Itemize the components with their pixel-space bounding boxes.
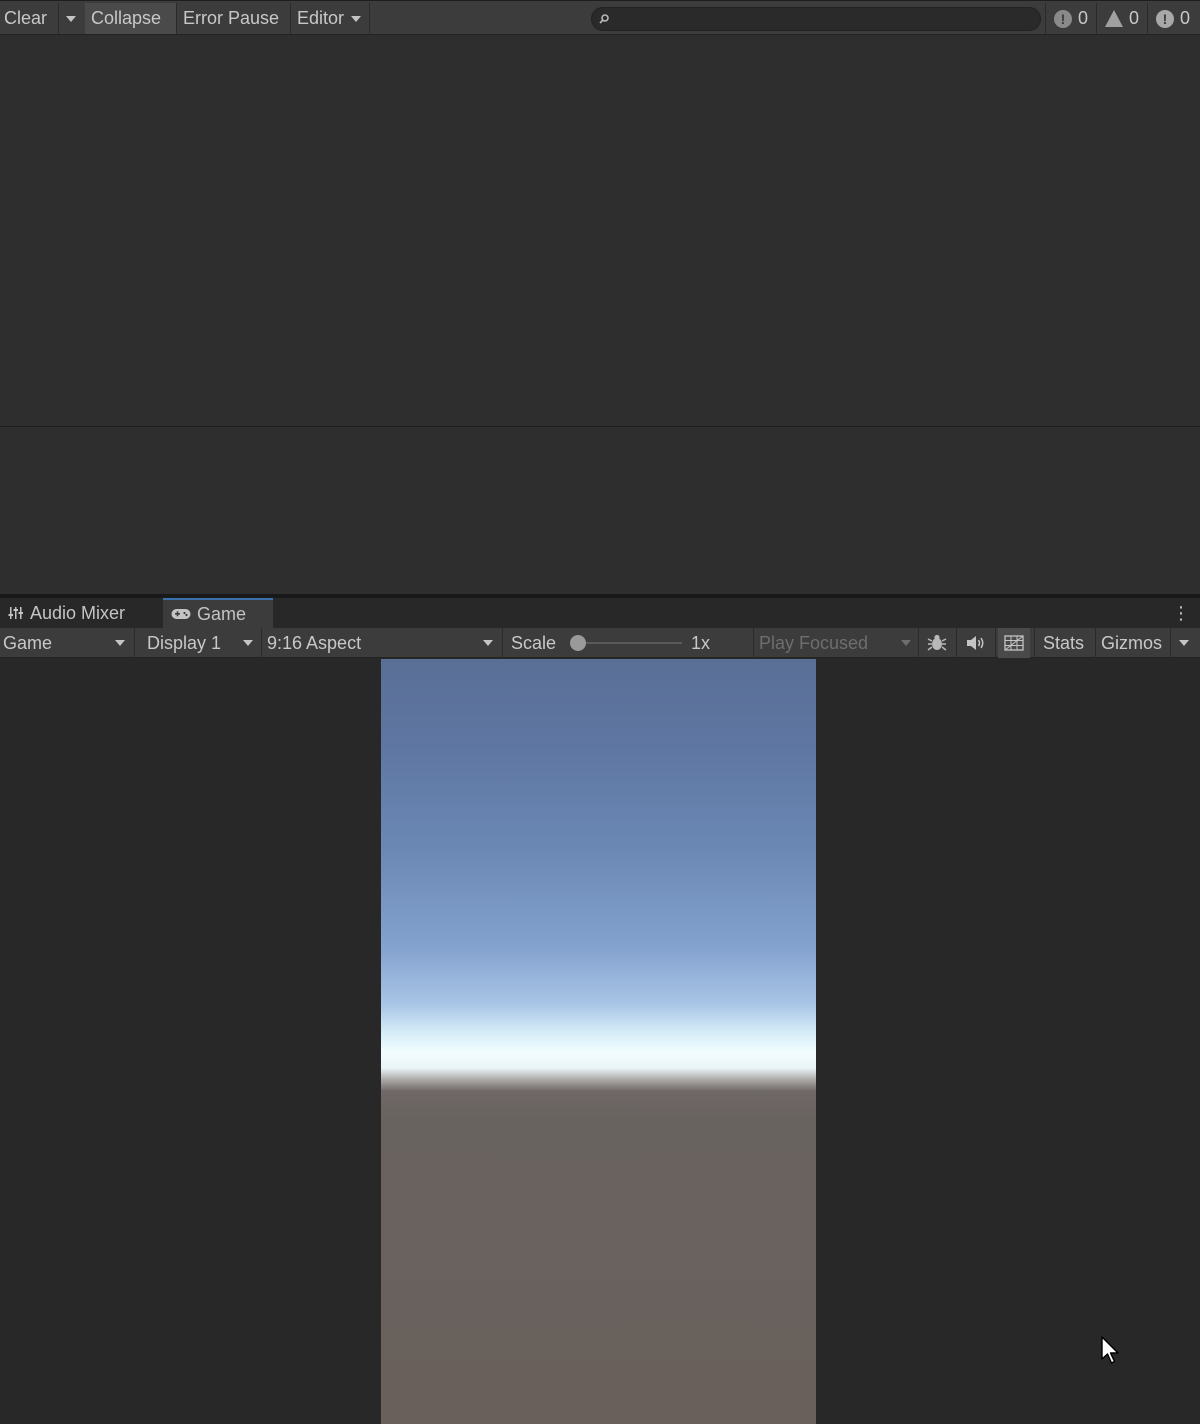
gamepad-icon: [171, 609, 191, 619]
search-input[interactable]: [591, 7, 1041, 31]
gizmos-button[interactable]: Gizmos: [1101, 628, 1162, 658]
tab-label: Game: [197, 604, 247, 624]
tab-label: Audio Mixer: [30, 603, 126, 623]
chevron-down-icon: [1179, 640, 1189, 646]
tab-game[interactable]: Game: [163, 598, 273, 628]
scale-label: Scale: [511, 633, 557, 653]
scale-slider-handle[interactable]: [570, 635, 586, 651]
editor-dropdown-label: Editor: [297, 8, 345, 28]
grid-toggle[interactable]: [998, 628, 1030, 658]
log-count-toggle[interactable]: ! 0: [1050, 3, 1092, 34]
warning-icon: [1105, 10, 1123, 27]
display-select-label: Display 1: [147, 633, 222, 653]
game-viewport[interactable]: [381, 659, 816, 1424]
sliders-icon: [8, 607, 23, 619]
mouse-cursor-icon: [1101, 1336, 1119, 1364]
view-select-label: Game: [3, 633, 53, 653]
chevron-down-icon: [351, 16, 362, 23]
chevron-down-icon: [115, 640, 125, 646]
error-pause-toggle[interactable]: Error Pause: [179, 3, 283, 34]
chevron-down-icon: [483, 640, 493, 646]
chevron-down-icon: [66, 16, 76, 23]
console-log-list[interactable]: [0, 35, 1200, 426]
aspect-select[interactable]: 9:16 Aspect: [267, 628, 497, 658]
editor-dropdown[interactable]: Editor: [293, 3, 365, 34]
search-icon: [599, 14, 609, 24]
mute-audio-toggle[interactable]: [960, 628, 992, 658]
tab-bar: Audio Mixer Game: [0, 598, 1200, 628]
collapse-toggle[interactable]: Collapse: [85, 3, 176, 34]
play-mode-label: Play Focused: [759, 633, 869, 653]
clear-button[interactable]: Clear: [0, 3, 51, 34]
aspect-select-label: 9:16 Aspect: [267, 633, 362, 653]
stats-button[interactable]: Stats: [1043, 628, 1084, 658]
bug-icon: [927, 634, 947, 651]
tab-audio-mixer[interactable]: Audio Mixer: [0, 598, 133, 628]
clear-options-dropdown[interactable]: [60, 3, 82, 34]
more-options-icon[interactable]: ⋮: [1172, 600, 1190, 626]
display-select[interactable]: Display 1: [147, 628, 257, 658]
grid-icon: [1004, 635, 1024, 651]
scale-value: 1x: [691, 633, 711, 653]
warning-count-toggle[interactable]: 0: [1101, 3, 1143, 34]
view-select[interactable]: Game: [3, 628, 129, 658]
chevron-down-icon: [243, 640, 253, 646]
chevron-down-icon: [901, 640, 911, 646]
console-toolbar: Clear Collapse Error Pause Editor ! 0 0 …: [0, 0, 1200, 35]
scale-slider[interactable]: [578, 642, 682, 644]
error-count: 0: [1180, 8, 1191, 28]
log-count: 0: [1078, 8, 1089, 28]
play-mode-select[interactable]: Play Focused: [759, 628, 913, 658]
console-detail-area: [0, 427, 1200, 594]
error-icon: !: [1156, 9, 1174, 28]
info-icon: !: [1054, 9, 1072, 28]
gizmos-dropdown[interactable]: [1174, 628, 1194, 658]
debug-toggle[interactable]: [921, 628, 953, 658]
error-count-toggle[interactable]: ! 0: [1152, 3, 1194, 34]
warning-count: 0: [1129, 8, 1140, 28]
speaker-icon: [967, 636, 984, 650]
